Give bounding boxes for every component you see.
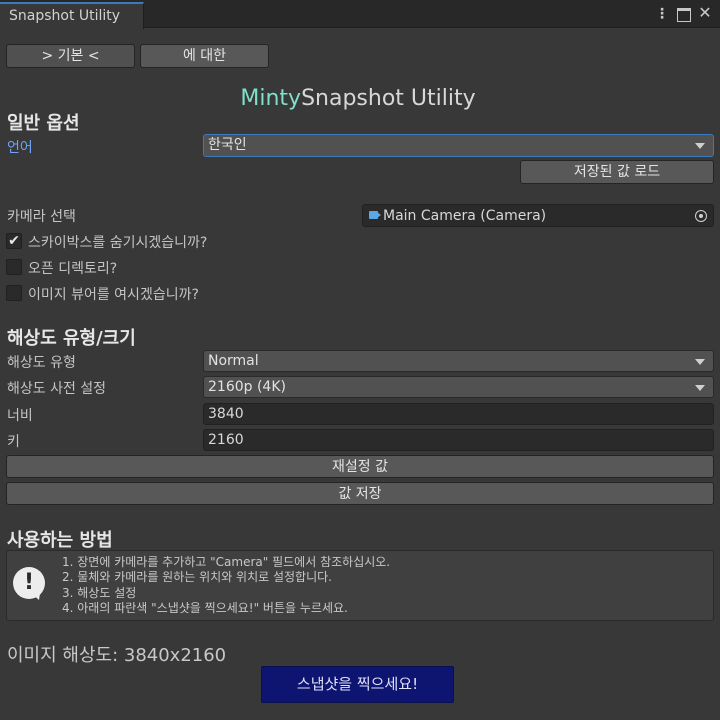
window-tab[interactable]: Snapshot Utility [0, 2, 144, 29]
maximize-icon[interactable] [677, 8, 691, 22]
take-snapshot-button[interactable]: 스냅샷을 찍으세요! [261, 666, 454, 703]
object-picker-icon[interactable] [695, 210, 707, 222]
language-dropdown[interactable]: 한국인 [203, 134, 714, 157]
about-tab-button[interactable]: 에 대한 [140, 44, 269, 68]
general-options-heading: 일반 옵션 [7, 113, 80, 134]
image-resolution-text: 이미지 해상도: 3840x2160 [7, 645, 227, 666]
save-values-button[interactable]: 값 저장 [6, 482, 714, 505]
width-field[interactable]: 3840 [203, 403, 714, 425]
chevron-down-icon [695, 143, 705, 149]
height-label: 키 [7, 434, 20, 450]
open-directory-label: 오픈 디렉토리? [28, 261, 118, 277]
camera-select-label: 카메라 선택 [7, 209, 76, 225]
help-line-1: 1. 장면에 카메라를 추가하고 "Camera" 필드에서 참조하십시오. [62, 555, 391, 569]
width-label: 너비 [7, 408, 33, 424]
kebab-menu-icon[interactable]: ⋮ [655, 6, 669, 22]
open-image-viewer-label: 이미지 뷰어를 여시겠습니까? [28, 287, 199, 303]
basic-tab-button[interactable]: > 기본 < [6, 44, 135, 68]
resolution-heading: 해상도 유형/크기 [7, 328, 136, 349]
hide-skybox-checkbox[interactable]: ✔ [6, 233, 22, 249]
camera-object-field[interactable]: Main Camera (Camera) [362, 204, 714, 227]
language-value: 한국인 [208, 137, 247, 153]
app-title-rest: Snapshot Utility [301, 86, 476, 111]
resolution-preset-value: 2160p (4K) [208, 379, 286, 395]
app-title: MintySnapshot Utility [0, 86, 716, 111]
open-image-viewer-checkbox[interactable] [6, 285, 22, 301]
chevron-down-icon [695, 359, 705, 365]
resolution-preset-label: 해상도 사전 설정 [7, 381, 107, 397]
info-exclamation-icon: ! [13, 567, 45, 599]
help-line-3: 3. 해상도 설정 [62, 586, 137, 600]
resolution-preset-dropdown[interactable]: 2160p (4K) [203, 376, 714, 398]
hide-skybox-label: 스카이박스를 숨기시겠습니까? [28, 235, 208, 251]
load-saved-values-button[interactable]: 저장된 값 로드 [520, 160, 714, 184]
camera-icon [369, 211, 378, 219]
chevron-down-icon [695, 385, 705, 391]
app-title-brand: Minty [240, 86, 302, 111]
resolution-type-label: 해상도 유형 [7, 355, 76, 371]
help-line-2: 2. 물체와 카메라를 원하는 위치와 위치로 설정합니다. [62, 570, 332, 584]
height-field[interactable]: 2160 [203, 429, 714, 451]
resolution-type-dropdown[interactable]: Normal [203, 350, 714, 372]
open-directory-checkbox[interactable] [6, 259, 22, 275]
how-to-use-heading: 사용하는 방법 [7, 530, 113, 551]
close-icon[interactable]: ✕ [697, 5, 713, 21]
camera-value: Main Camera (Camera) [383, 208, 547, 224]
help-line-4: 4. 아래의 파란색 "스냅샷을 찍으세요!" 버튼을 누르세요. [62, 601, 348, 615]
resolution-type-value: Normal [208, 353, 259, 369]
reset-values-button[interactable]: 재설정 값 [6, 455, 714, 478]
language-label: 언어 [7, 140, 33, 156]
